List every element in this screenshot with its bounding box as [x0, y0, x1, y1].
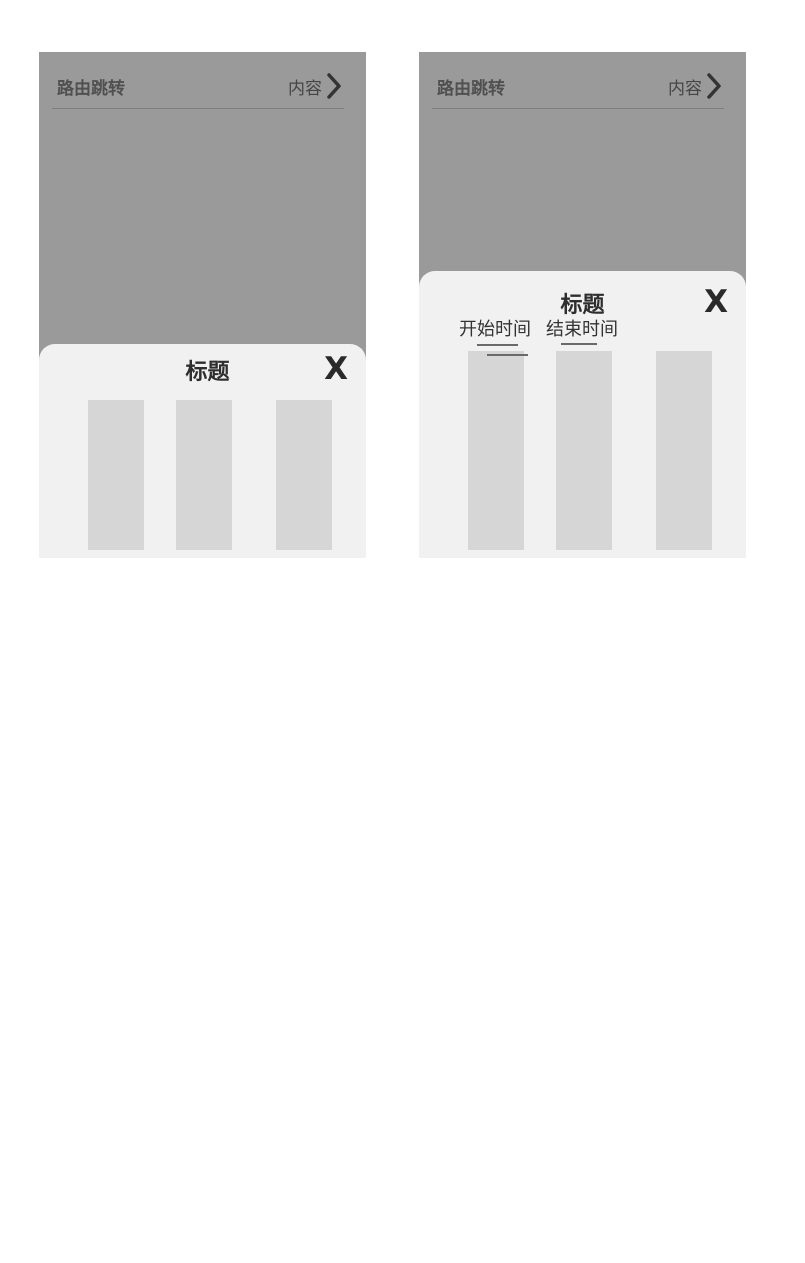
picker-column-3[interactable]: [656, 351, 712, 550]
picker-column-1[interactable]: [468, 351, 524, 550]
route-label: 路由跳转: [57, 79, 125, 99]
sheet-title: 标题: [185, 360, 230, 385]
start-time-tab[interactable]: 开始时间: [459, 315, 531, 341]
picker-column-1[interactable]: [88, 400, 144, 550]
end-time-underline: [561, 343, 597, 345]
page-canvas: 路由跳转 内容 标题 X 路由跳转 内容 标题 X 开始时间 结束时间: [0, 0, 805, 1263]
phone-mockup-left: 路由跳转 内容 标题 X: [39, 52, 366, 558]
picker-column-2[interactable]: [176, 400, 232, 550]
chevron-right-icon[interactable]: [706, 72, 722, 100]
route-row[interactable]: 路由跳转 内容: [432, 70, 724, 109]
end-time-tab[interactable]: 结束时间: [546, 315, 618, 341]
picker-column-2[interactable]: [556, 351, 612, 550]
picker-column-3[interactable]: [276, 400, 332, 550]
route-label: 路由跳转: [437, 79, 505, 99]
route-value: 内容: [288, 79, 322, 99]
start-time-underline-offset: [487, 354, 528, 356]
route-row[interactable]: 路由跳转 内容: [52, 70, 344, 109]
route-value: 内容: [668, 79, 702, 99]
start-time-underline: [477, 344, 518, 346]
chevron-right-icon[interactable]: [326, 72, 342, 100]
close-icon[interactable]: X: [324, 354, 348, 385]
bottom-sheet: 标题 X 开始时间 结束时间: [419, 271, 746, 558]
bottom-sheet: 标题 X: [39, 344, 366, 558]
phone-mockup-right: 路由跳转 内容 标题 X 开始时间 结束时间: [419, 52, 746, 558]
close-icon[interactable]: X: [704, 287, 728, 318]
